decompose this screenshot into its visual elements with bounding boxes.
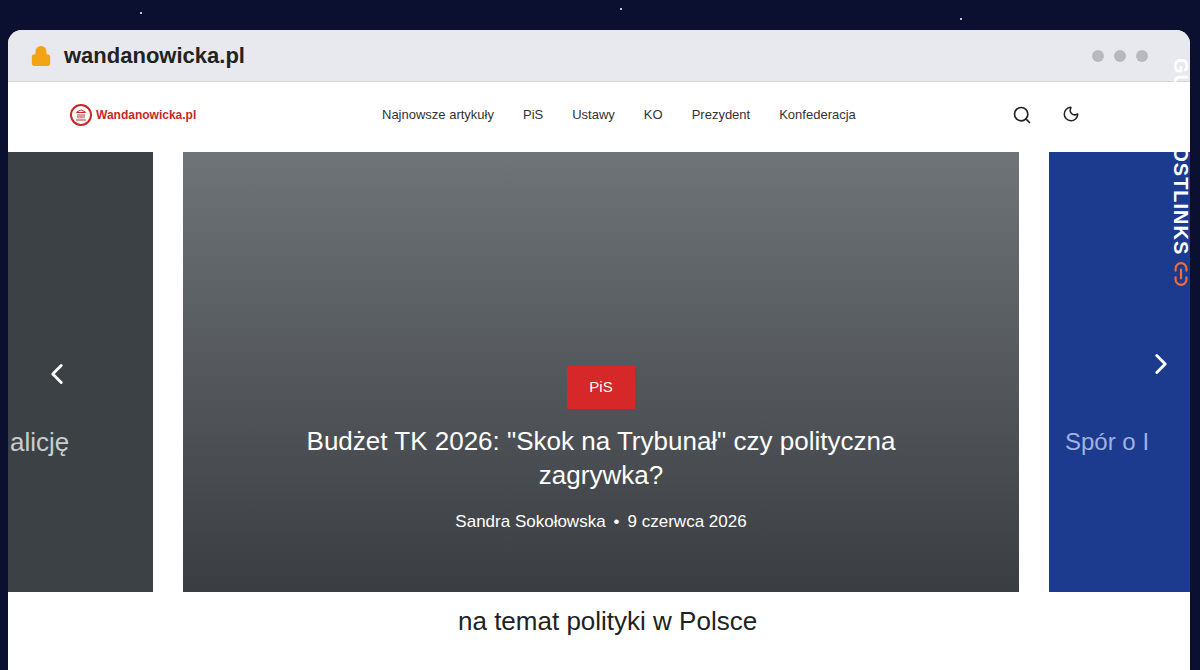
- main-nav: Najnowsze artykuły PiS Ustawy KO Prezydent Ko…: [382, 105, 856, 125]
- logo-icon: [70, 104, 92, 126]
- search-icon[interactable]: [1012, 105, 1032, 125]
- section-heading: na temat polityki w Polsce: [8, 602, 1190, 641]
- browser-window: wandanowicka.pl Wandanowicka.pl Najnowsze …: [8, 30, 1190, 670]
- category-badge[interactable]: PiS: [567, 366, 634, 409]
- nav-item[interactable]: Prezydent: [692, 105, 751, 125]
- site-logo[interactable]: Wandanowicka.pl: [70, 104, 320, 126]
- screen: wandanowicka.pl Wandanowicka.pl Najnowsze …: [0, 0, 1200, 670]
- moon-icon[interactable]: [1062, 105, 1080, 123]
- slide-title[interactable]: Budżet TK 2026: "Skok na Trybunał" czy p…: [261, 425, 941, 493]
- link-icon: [1168, 261, 1194, 287]
- next-arrow-icon[interactable]: [1144, 347, 1178, 381]
- watermark: GUESTPOSTLINKS: [1166, 58, 1196, 287]
- dot-icon: [1114, 50, 1126, 62]
- slide-meta: Sandra Sokołowska • 9 czerwca 2026: [455, 509, 746, 535]
- star: [140, 12, 142, 14]
- browser-toolbar: wandanowicka.pl: [8, 30, 1190, 82]
- nav-item[interactable]: Ustawy: [572, 105, 615, 125]
- dot-icon: [1092, 50, 1104, 62]
- nav-item[interactable]: Konfederacja: [779, 105, 856, 125]
- dot-icon: [1136, 50, 1148, 62]
- window-dots: [1092, 50, 1168, 62]
- nav-item[interactable]: KO: [644, 105, 663, 125]
- current-slide[interactable]: PiS Budżet TK 2026: "Skok na Trybunał" cz…: [183, 152, 1019, 592]
- next-slide[interactable]: Spór o I: [1049, 152, 1190, 592]
- date: 9 czerwca 2026: [628, 509, 747, 535]
- carousel: alicję PiS Budżet TK 2026: "Skok na Trybun…: [8, 152, 1190, 592]
- star: [620, 8, 622, 10]
- prev-slide[interactable]: alicję: [8, 152, 153, 592]
- lock-icon: [30, 45, 52, 67]
- prev-arrow-icon[interactable]: [40, 357, 74, 391]
- star: [960, 18, 962, 20]
- nav-item[interactable]: Najnowsze artykuły: [382, 105, 494, 125]
- site-header: Wandanowicka.pl Najnowsze artykuły PiS Usta…: [8, 82, 1190, 148]
- url-text[interactable]: wandanowicka.pl: [64, 39, 245, 72]
- separator: •: [614, 509, 620, 535]
- author[interactable]: Sandra Sokołowska: [455, 509, 605, 535]
- nav-item[interactable]: PiS: [523, 105, 543, 125]
